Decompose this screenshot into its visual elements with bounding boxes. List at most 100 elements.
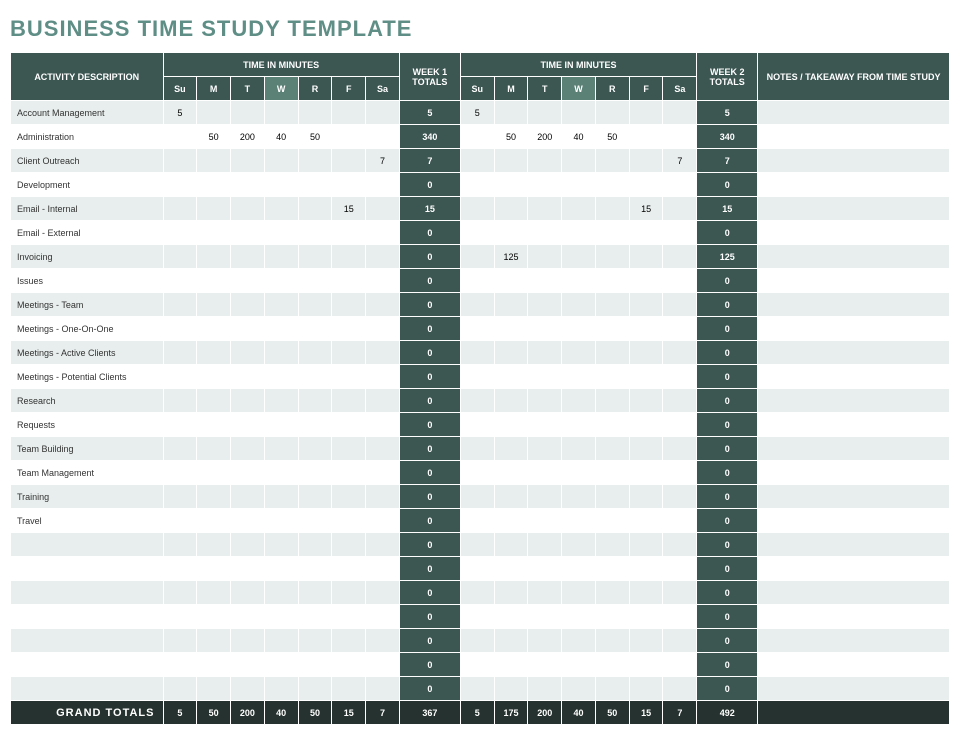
minute-cell[interactable] bbox=[460, 365, 494, 389]
minute-cell[interactable] bbox=[366, 245, 400, 269]
minute-cell[interactable] bbox=[163, 605, 197, 629]
minute-cell[interactable] bbox=[264, 149, 298, 173]
minute-cell[interactable] bbox=[163, 677, 197, 701]
minute-cell[interactable] bbox=[332, 557, 366, 581]
minute-cell[interactable] bbox=[460, 173, 494, 197]
minute-cell[interactable] bbox=[595, 293, 629, 317]
minute-cell[interactable] bbox=[163, 221, 197, 245]
minute-cell[interactable] bbox=[163, 365, 197, 389]
notes-cell[interactable] bbox=[758, 365, 950, 389]
minute-cell[interactable] bbox=[332, 605, 366, 629]
minute-cell[interactable] bbox=[494, 389, 528, 413]
activity-cell[interactable]: Requests bbox=[11, 413, 164, 437]
minute-cell[interactable] bbox=[494, 653, 528, 677]
minute-cell[interactable] bbox=[562, 581, 596, 605]
minute-cell[interactable] bbox=[231, 245, 265, 269]
minute-cell[interactable]: 50 bbox=[197, 125, 231, 149]
minute-cell[interactable] bbox=[197, 581, 231, 605]
activity-cell[interactable] bbox=[11, 677, 164, 701]
minute-cell[interactable] bbox=[197, 269, 231, 293]
notes-cell[interactable] bbox=[758, 677, 950, 701]
minute-cell[interactable] bbox=[595, 101, 629, 125]
notes-cell[interactable] bbox=[758, 341, 950, 365]
minute-cell[interactable] bbox=[629, 341, 663, 365]
minute-cell[interactable] bbox=[663, 317, 697, 341]
activity-cell[interactable]: Issues bbox=[11, 269, 164, 293]
minute-cell[interactable] bbox=[366, 653, 400, 677]
minute-cell[interactable] bbox=[366, 389, 400, 413]
minute-cell[interactable] bbox=[298, 149, 332, 173]
minute-cell[interactable] bbox=[629, 221, 663, 245]
minute-cell[interactable] bbox=[595, 605, 629, 629]
minute-cell[interactable] bbox=[231, 509, 265, 533]
minute-cell[interactable] bbox=[264, 557, 298, 581]
minute-cell[interactable] bbox=[231, 437, 265, 461]
minute-cell[interactable] bbox=[663, 485, 697, 509]
minute-cell[interactable]: 50 bbox=[595, 125, 629, 149]
minute-cell[interactable] bbox=[197, 341, 231, 365]
minute-cell[interactable]: 5 bbox=[163, 101, 197, 125]
minute-cell[interactable] bbox=[332, 149, 366, 173]
minute-cell[interactable] bbox=[332, 653, 366, 677]
minute-cell[interactable] bbox=[595, 173, 629, 197]
notes-cell[interactable] bbox=[758, 125, 950, 149]
minute-cell[interactable] bbox=[332, 533, 366, 557]
minute-cell[interactable] bbox=[460, 509, 494, 533]
activity-cell[interactable]: Administration bbox=[11, 125, 164, 149]
minute-cell[interactable] bbox=[366, 221, 400, 245]
minute-cell[interactable] bbox=[197, 629, 231, 653]
minute-cell[interactable] bbox=[629, 509, 663, 533]
minute-cell[interactable] bbox=[197, 653, 231, 677]
minute-cell[interactable] bbox=[460, 149, 494, 173]
minute-cell[interactable] bbox=[595, 533, 629, 557]
minute-cell[interactable] bbox=[197, 317, 231, 341]
minute-cell[interactable] bbox=[595, 413, 629, 437]
activity-cell[interactable]: Meetings - Active Clients bbox=[11, 341, 164, 365]
minute-cell[interactable] bbox=[528, 101, 562, 125]
minute-cell[interactable] bbox=[595, 629, 629, 653]
minute-cell[interactable] bbox=[366, 365, 400, 389]
minute-cell[interactable] bbox=[197, 509, 231, 533]
minute-cell[interactable] bbox=[298, 533, 332, 557]
activity-cell[interactable]: Team Management bbox=[11, 461, 164, 485]
minute-cell[interactable] bbox=[332, 245, 366, 269]
minute-cell[interactable] bbox=[562, 245, 596, 269]
minute-cell[interactable] bbox=[163, 509, 197, 533]
minute-cell[interactable] bbox=[663, 125, 697, 149]
minute-cell[interactable] bbox=[264, 101, 298, 125]
minute-cell[interactable] bbox=[332, 365, 366, 389]
minute-cell[interactable] bbox=[298, 653, 332, 677]
minute-cell[interactable] bbox=[231, 389, 265, 413]
minute-cell[interactable] bbox=[197, 485, 231, 509]
activity-cell[interactable]: Meetings - One-On-One bbox=[11, 317, 164, 341]
minute-cell[interactable] bbox=[528, 149, 562, 173]
minute-cell[interactable] bbox=[629, 101, 663, 125]
minute-cell[interactable] bbox=[264, 221, 298, 245]
minute-cell[interactable] bbox=[163, 293, 197, 317]
minute-cell[interactable] bbox=[562, 389, 596, 413]
minute-cell[interactable] bbox=[197, 533, 231, 557]
minute-cell[interactable] bbox=[629, 629, 663, 653]
minute-cell[interactable] bbox=[298, 509, 332, 533]
notes-cell[interactable] bbox=[758, 221, 950, 245]
minute-cell[interactable] bbox=[163, 125, 197, 149]
minute-cell[interactable] bbox=[528, 173, 562, 197]
minute-cell[interactable] bbox=[366, 677, 400, 701]
minute-cell[interactable] bbox=[629, 437, 663, 461]
minute-cell[interactable] bbox=[562, 293, 596, 317]
minute-cell[interactable] bbox=[528, 365, 562, 389]
minute-cell[interactable] bbox=[197, 197, 231, 221]
minute-cell[interactable] bbox=[332, 677, 366, 701]
notes-cell[interactable] bbox=[758, 413, 950, 437]
minute-cell[interactable] bbox=[460, 269, 494, 293]
minute-cell[interactable] bbox=[460, 557, 494, 581]
minute-cell[interactable] bbox=[366, 509, 400, 533]
minute-cell[interactable] bbox=[264, 317, 298, 341]
notes-cell[interactable] bbox=[758, 485, 950, 509]
activity-cell[interactable]: Team Building bbox=[11, 437, 164, 461]
minute-cell[interactable] bbox=[332, 389, 366, 413]
minute-cell[interactable] bbox=[264, 341, 298, 365]
minute-cell[interactable] bbox=[231, 269, 265, 293]
minute-cell[interactable] bbox=[460, 293, 494, 317]
minute-cell[interactable] bbox=[562, 677, 596, 701]
